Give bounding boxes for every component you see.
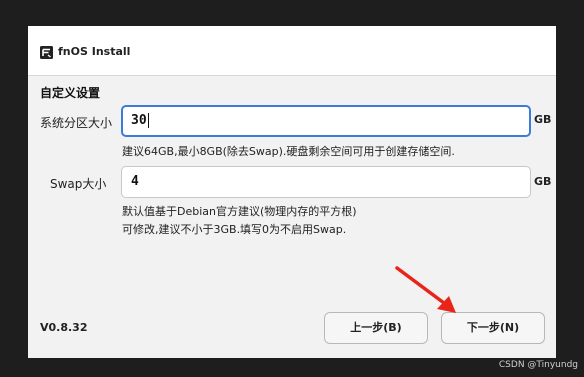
swap-value: 4 — [131, 174, 139, 189]
installer-window: fnOS Install 自定义设置 系统分区大小 30 GB 建议64GB,最… — [28, 26, 556, 358]
system-partition-hint: 建议64GB,最小8GB(除去Swap).硬盘剩余空间可用于创建存储空间. — [122, 145, 455, 158]
prev-button[interactable]: 上一步(B) — [324, 312, 428, 344]
app-title: fnOS Install — [58, 45, 131, 58]
fnos-logo-icon — [40, 46, 53, 59]
title-bar: fnOS Install — [28, 26, 556, 76]
system-partition-value: 30 — [131, 113, 147, 128]
swap-label: Swap大小 — [50, 177, 107, 191]
system-partition-input[interactable]: 30 — [121, 105, 531, 137]
swap-unit: GB — [534, 175, 552, 188]
text-caret — [147, 113, 149, 128]
swap-hint-line1: 默认值基于Debian官方建议(物理内存的平方根) — [122, 205, 357, 218]
section-title: 自定义设置 — [40, 86, 101, 100]
swap-hint-line2: 可修改,建议不小于3GB.填写0为不启用Swap. — [122, 223, 347, 236]
system-partition-label: 系统分区大小 — [40, 116, 113, 130]
next-button[interactable]: 下一步(N) — [441, 312, 545, 344]
version-label: V0.8.32 — [40, 321, 88, 334]
swap-input[interactable]: 4 — [121, 166, 531, 198]
watermark: CSDN @Tinyundg — [498, 360, 578, 370]
system-partition-unit: GB — [534, 113, 552, 126]
